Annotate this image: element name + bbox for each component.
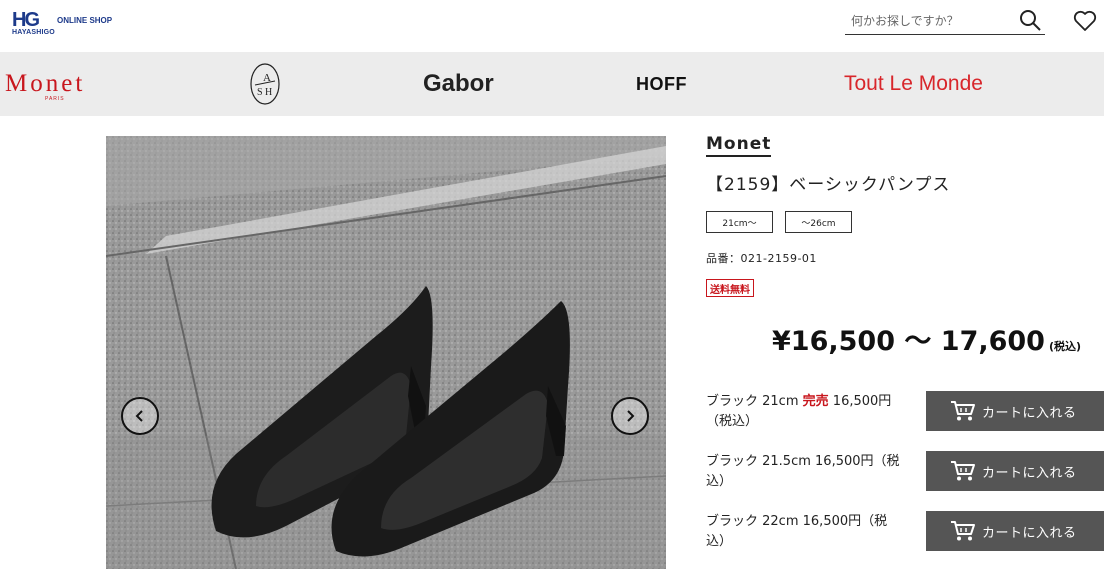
- size-range-max: 〜26cm: [785, 211, 852, 233]
- add-to-cart-label: カートに入れる: [982, 465, 1077, 481]
- ash-logo: A S H: [250, 63, 280, 105]
- size-range-min: 21cm〜: [706, 211, 773, 233]
- svg-text:H: H: [265, 87, 272, 98]
- brand-link-gabor[interactable]: Gabor: [423, 52, 494, 116]
- variant-name: ブラック 22cm: [706, 514, 799, 529]
- svg-text:A: A: [263, 72, 271, 84]
- logo-subtext: HAYASHIGO: [12, 29, 55, 36]
- product-photo: [106, 136, 666, 569]
- add-to-cart-label: カートに入れる: [982, 405, 1077, 421]
- variant-row: ブラック 21cm 完売 16,500円（税込）: [706, 392, 906, 432]
- brand-nav: Monet PARIS A S H Gabor HOFF Tout Le Mon…: [0, 52, 1104, 116]
- add-to-cart-label: カートに入れる: [982, 525, 1077, 541]
- site-logo[interactable]: HG HAYASHIGO ONLINE SHOP: [12, 10, 122, 38]
- heart-icon[interactable]: [1073, 10, 1097, 32]
- svg-text:S: S: [257, 87, 263, 98]
- variant-name: ブラック 21.5cm: [706, 454, 811, 469]
- add-to-cart-button[interactable]: カートに入れる: [926, 511, 1104, 551]
- brand-monet-sub: PARIS: [45, 96, 65, 102]
- free-shipping-badge: 送料無料: [706, 279, 754, 297]
- product-brand-link[interactable]: Monet: [706, 134, 772, 157]
- search-box: [845, 6, 1045, 35]
- variant-name: ブラック 21cm: [706, 394, 799, 409]
- cart-icon: [951, 401, 975, 421]
- cart-icon: [951, 461, 975, 481]
- brand-link-ash[interactable]: A S H: [249, 52, 281, 116]
- add-to-cart-button[interactable]: カートに入れる: [926, 391, 1104, 431]
- product-price: ¥16,500 ～ 17,600 (税込): [772, 319, 1081, 358]
- product-sku: 品番：021-2159-01: [706, 252, 817, 265]
- brand-link-tout-le-monde[interactable]: Tout Le Monde: [844, 52, 983, 116]
- price-range: ¥16,500 ～ 17,600: [772, 326, 1045, 357]
- gallery-next-button[interactable]: [611, 397, 649, 435]
- logo-shop-label: ONLINE SHOP: [57, 16, 113, 25]
- search-icon[interactable]: [1019, 9, 1041, 31]
- product-image[interactable]: [106, 136, 666, 569]
- brand-link-hoff[interactable]: HOFF: [636, 52, 687, 116]
- gallery-prev-button[interactable]: [121, 397, 159, 435]
- site-header: HG HAYASHIGO ONLINE SHOP: [0, 0, 1104, 52]
- variant-row: ブラック 21.5cm 16,500円（税込）: [706, 452, 906, 492]
- chevron-right-icon: [627, 410, 635, 422]
- brand-link-monet[interactable]: Monet PARIS: [5, 52, 85, 116]
- variant-row: ブラック 22cm 16,500円（税込）: [706, 512, 906, 552]
- chevron-left-icon: [135, 410, 143, 422]
- logo-mark: HG: [12, 9, 40, 31]
- brand-monet-label: Monet: [5, 70, 86, 97]
- cart-icon: [951, 521, 975, 541]
- price-tax-label: (税込): [1048, 340, 1082, 353]
- product-title: 【2159】ベーシックパンプス: [706, 175, 951, 195]
- variant-status: 完売: [802, 394, 829, 409]
- add-to-cart-button[interactable]: カートに入れる: [926, 451, 1104, 491]
- search-input[interactable]: [849, 10, 1013, 32]
